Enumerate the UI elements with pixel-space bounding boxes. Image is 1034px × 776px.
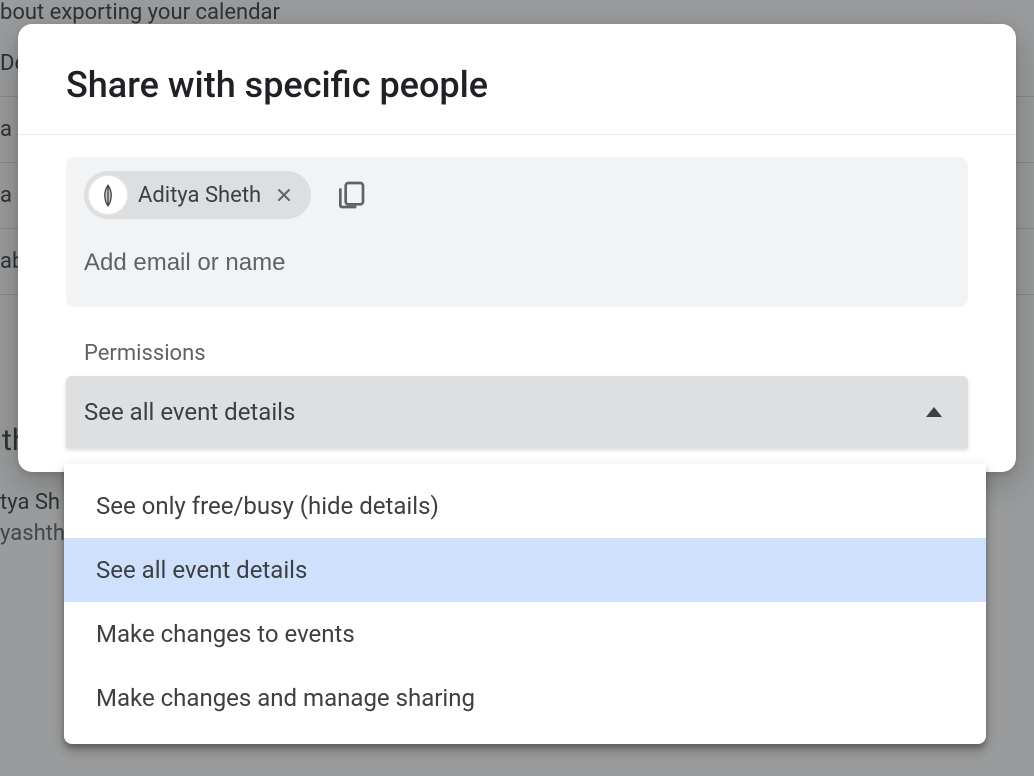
permissions-dropdown: See only free/busy (hide details) See al… <box>64 464 986 744</box>
add-person-input[interactable] <box>84 249 950 277</box>
people-input-box: Aditya Sheth <box>66 157 968 307</box>
chevron-up-icon <box>926 407 942 417</box>
permission-option-make-changes[interactable]: Make changes to events <box>64 602 986 666</box>
chip-name: Aditya Sheth <box>138 183 261 208</box>
share-modal: Share with specific people Aditya Sheth <box>18 24 1016 472</box>
modal-title: Share with specific people <box>66 64 968 106</box>
avatar <box>88 175 128 215</box>
person-chip[interactable]: Aditya Sheth <box>84 171 311 219</box>
permissions-select-value: See all event details <box>84 398 295 426</box>
copy-icon[interactable] <box>333 177 369 213</box>
modal-header: Share with specific people <box>18 24 1016 135</box>
permissions-label: Permissions <box>66 341 968 366</box>
permission-option-see-all[interactable]: See all event details <box>64 538 986 602</box>
permission-option-manage-sharing[interactable]: Make changes and manage sharing <box>64 666 986 730</box>
remove-chip-button[interactable] <box>271 182 297 208</box>
permission-option-freebusy[interactable]: See only free/busy (hide details) <box>64 474 986 538</box>
permissions-select[interactable]: See all event details <box>66 376 968 448</box>
